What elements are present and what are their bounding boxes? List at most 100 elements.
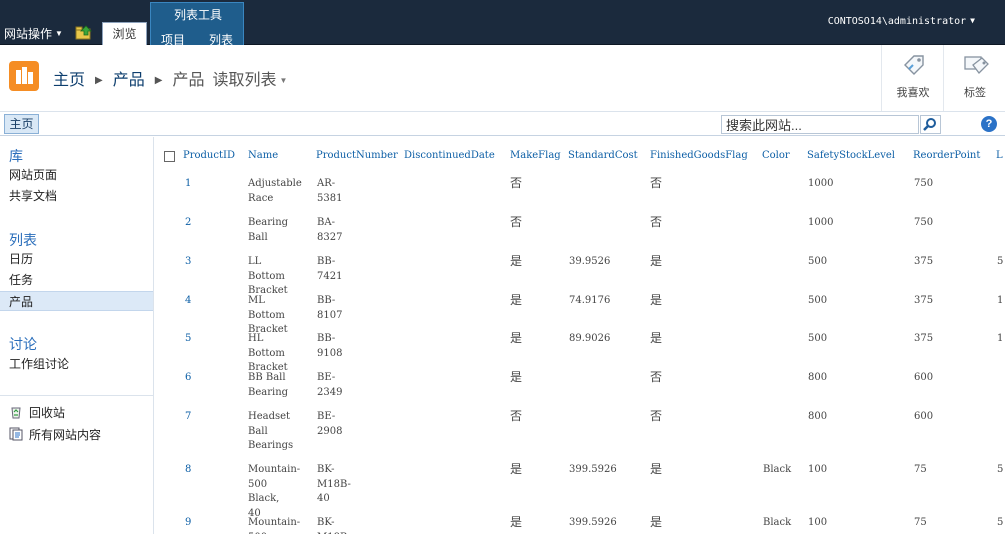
cell-l: 5 [997, 464, 1004, 475]
cell-makeflag: 否 [510, 409, 523, 423]
col-header-productid[interactable]: ProductID [183, 150, 235, 161]
search-input[interactable] [721, 115, 919, 134]
ql-item-team-discussion[interactable]: 工作组讨论 [0, 354, 153, 374]
cell-productid[interactable]: 9 [185, 516, 191, 531]
list-tools-title: 列表工具 [173, 8, 222, 22]
cell-l: 1 [997, 295, 1004, 306]
cell-productid[interactable]: 1 [185, 177, 191, 192]
cell-name: BB Ball Bearing [248, 372, 289, 398]
recycle-bin-link[interactable]: 回收站 [9, 404, 65, 421]
cell-safetystock: 500 [808, 295, 828, 306]
cell-productnumber: BK-M18B-40 [317, 464, 351, 504]
tab-browse[interactable]: 浏览 [102, 22, 147, 45]
cell-productnumber: BE-2349 [317, 372, 343, 398]
recycle-bin-icon [11, 407, 21, 419]
cell-reorderpoint: 375 [914, 256, 934, 267]
tag-note-icon [964, 56, 989, 74]
cell-finishedflag: 是 [650, 331, 663, 345]
col-header-finishedgoodsflag[interactable]: FinishedGoodsFlag [650, 150, 748, 161]
col-header-productnumber[interactable]: ProductNumber [316, 150, 398, 161]
cell-reorderpoint: 600 [914, 372, 934, 383]
ql-item-calendar[interactable]: 日历 [0, 249, 153, 269]
col-header-makeflag[interactable]: MakeFlag [510, 150, 561, 161]
site-actions-label: 网站操作 [4, 27, 53, 41]
col-header-safetystocklevel[interactable]: SafetyStockLevel [807, 150, 895, 161]
i-like-it-button[interactable]: 我喜欢 [881, 45, 943, 111]
select-all-checkbox[interactable] [164, 151, 175, 162]
tags-label: 标签 [964, 87, 986, 99]
all-content-label: 所有网站内容 [29, 428, 102, 442]
site-logo-icon[interactable] [9, 61, 39, 91]
cell-reorderpoint: 375 [914, 295, 934, 306]
quick-launch: 库 网站页面 共享文档 列表 日历 任务 产品 讨论 工作组讨论 回收站 所有网… [0, 137, 154, 534]
cell-makeflag: 是 [510, 254, 523, 268]
chevron-down-icon: ▼ [970, 16, 975, 25]
cell-l: 5 [997, 256, 1004, 267]
user-menu[interactable]: CONTOSO14\administrator ▼ [828, 16, 975, 27]
view-selector[interactable]: 读取列表 ▼ [212, 72, 287, 89]
cell-safetystock: 800 [808, 411, 828, 422]
breadcrumb-list[interactable]: 产品 [113, 72, 145, 89]
cell-standardcost: 74.9176 [569, 295, 611, 306]
cell-name: LL Bottom Bracket [248, 256, 288, 296]
cell-productid[interactable]: 7 [185, 410, 191, 425]
cell-color: Black [763, 464, 792, 475]
navigate-up-icon[interactable] [75, 24, 93, 40]
cell-productnumber: BB-8107 [317, 295, 343, 321]
ql-item-site-pages[interactable]: 网站页面 [0, 165, 153, 185]
col-header-reorderpoint[interactable]: ReorderPoint [913, 150, 980, 161]
cell-productid[interactable]: 3 [185, 255, 191, 270]
col-header-discontinueddate[interactable]: DiscontinuedDate [404, 150, 495, 161]
topnav-home[interactable]: 主页 [4, 114, 39, 134]
cell-safetystock: 100 [808, 517, 828, 528]
search-button[interactable] [920, 115, 941, 134]
cell-safetystock: 100 [808, 464, 828, 475]
cell-productid[interactable]: 5 [185, 332, 191, 347]
cell-finishedflag: 否 [650, 176, 663, 190]
cell-productnumber: AR-5381 [317, 178, 343, 204]
breadcrumb-current: 产品 [172, 72, 205, 89]
cell-reorderpoint: 75 [914, 464, 927, 475]
cell-productid[interactable]: 8 [185, 463, 191, 478]
cell-safetystock: 500 [808, 333, 828, 344]
cell-productnumber: BE-2908 [317, 411, 343, 437]
cell-safetystock: 1000 [808, 217, 834, 228]
cell-makeflag: 是 [510, 515, 523, 529]
cell-name: Mountain- 500 Black, [248, 517, 301, 534]
ql-libraries-heading[interactable]: 库 [9, 146, 23, 166]
cell-safetystock: 800 [808, 372, 828, 383]
tags-notes-button[interactable]: 标签 [943, 45, 1005, 111]
cell-productid[interactable]: 4 [185, 294, 191, 309]
cell-productid[interactable]: 2 [185, 216, 191, 231]
chevron-right-icon: ▶ [154, 75, 163, 86]
ql-item-tasks[interactable]: 任务 [0, 270, 153, 290]
breadcrumb-home[interactable]: 主页 [53, 72, 85, 89]
col-header-standardcost[interactable]: StandardCost [568, 150, 638, 161]
user-name: CONTOSO14\administrator [827, 16, 967, 27]
ql-item-shared-documents[interactable]: 共享文档 [0, 186, 153, 206]
col-header-l[interactable]: L [996, 150, 1003, 161]
ribbon-bar: 网站操作 ▼ 浏览 列表工具 项目 列表 CONTOSO14\administra… [0, 0, 1005, 47]
col-header-color[interactable]: Color [762, 150, 790, 161]
cell-standardcost: 399.5926 [569, 517, 617, 528]
help-icon[interactable]: ? [981, 116, 997, 132]
ql-discussions-heading[interactable]: 讨论 [9, 334, 37, 354]
cell-reorderpoint: 375 [914, 333, 934, 344]
cell-standardcost: 89.9026 [569, 333, 611, 344]
col-header-name[interactable]: Name [248, 150, 278, 161]
cell-makeflag: 否 [510, 215, 523, 229]
cell-makeflag: 是 [510, 370, 523, 384]
ql-item-products[interactable]: 产品 [0, 291, 153, 311]
cell-color: Black [763, 517, 792, 528]
site-actions-menu[interactable]: 网站操作 ▼ [4, 25, 63, 42]
all-site-content-link[interactable]: 所有网站内容 [9, 426, 101, 443]
cell-finishedflag: 否 [650, 370, 663, 384]
chevron-right-icon: ▶ [95, 75, 103, 86]
like-label: 我喜欢 [896, 87, 930, 99]
cell-productid[interactable]: 6 [185, 371, 191, 386]
cell-name: Bearing Ball [248, 217, 289, 243]
chevron-down-icon: ▼ [55, 29, 63, 38]
ql-lists-heading[interactable]: 列表 [9, 230, 37, 250]
cell-finishedflag: 是 [650, 462, 663, 476]
cell-standardcost: 39.9526 [569, 256, 611, 267]
